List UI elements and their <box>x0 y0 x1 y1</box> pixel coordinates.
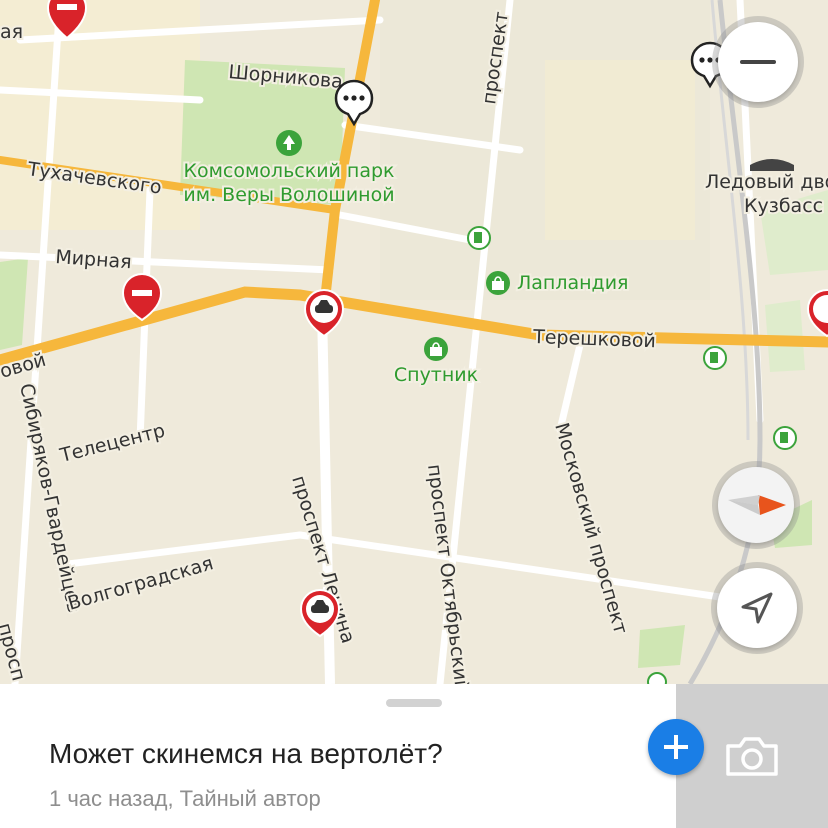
poi-label-ice-palace-1: Ледовый двор <box>705 171 828 193</box>
camera-icon <box>726 737 778 776</box>
compass-icon <box>728 495 786 515</box>
sheet-drag-handle[interactable] <box>386 699 442 707</box>
minus-icon <box>740 60 776 64</box>
park-label-line1: Комсомольский парк <box>183 160 394 182</box>
fuel-station-icon[interactable] <box>467 226 491 250</box>
poi-label-ice-palace-2: Кузбасс <box>744 195 823 217</box>
add-button[interactable] <box>648 719 704 775</box>
post-title: Может скинемся на вертолёт? <box>49 738 443 769</box>
poi-label-sputnik: Спутник <box>394 364 478 386</box>
fuel-station-icon[interactable] <box>773 426 797 450</box>
street-label-tereshkovoy: Терешковой <box>532 326 656 352</box>
plus-icon <box>664 735 688 759</box>
locate-me-button[interactable] <box>717 568 797 648</box>
navigation-arrow-icon <box>741 592 773 624</box>
street-label-aya: ая <box>0 21 23 43</box>
park-label-line2: им. Веры Волошиной <box>183 184 394 206</box>
post-meta: 1 час назад, Тайный автор <box>49 786 321 811</box>
fuel-station-icon[interactable] <box>703 346 727 370</box>
poi-label-laplandiya: Лапландия <box>517 272 628 294</box>
zoom-out-button[interactable] <box>718 22 798 102</box>
compass-button[interactable] <box>718 467 794 543</box>
